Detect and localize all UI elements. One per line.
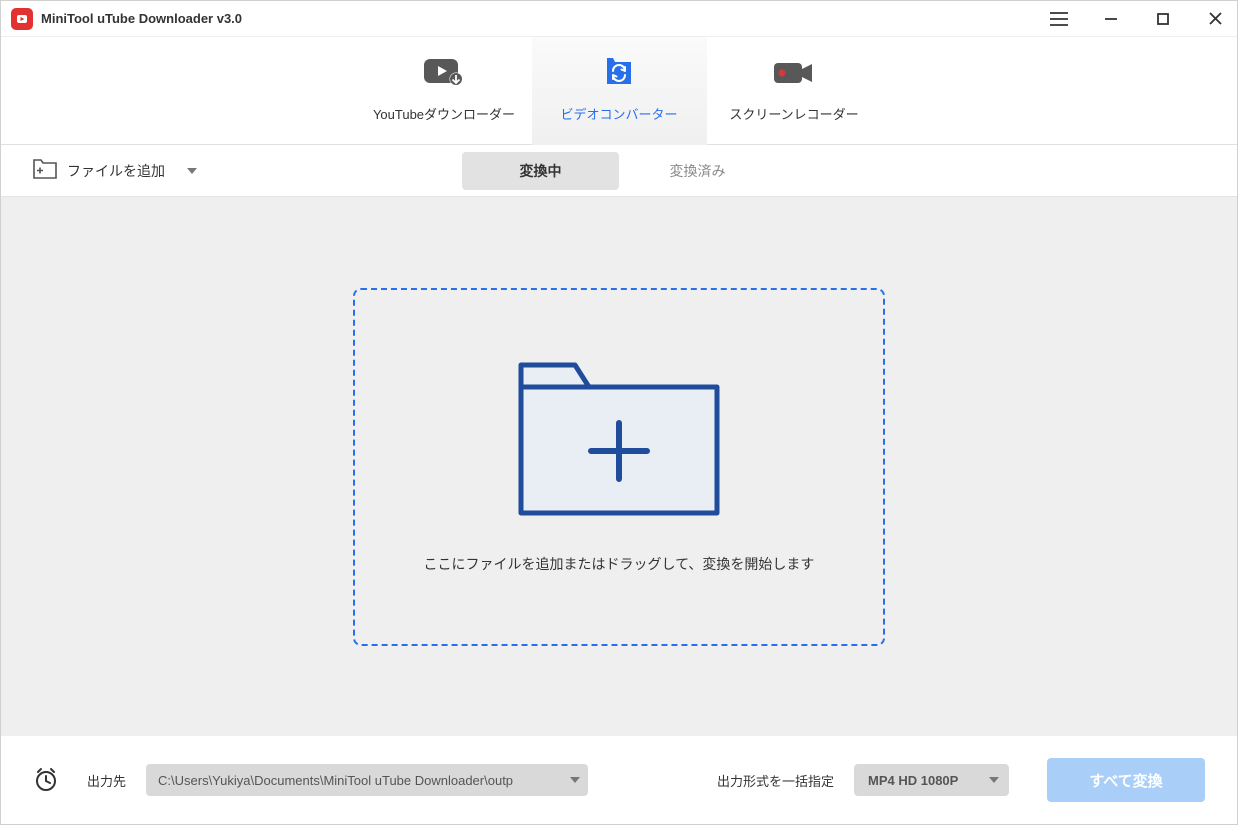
sub-tab-label: 変換済み <box>670 161 726 181</box>
convert-all-button[interactable]: すべて変換 <box>1047 758 1205 802</box>
chevron-down-icon <box>989 777 999 783</box>
tab-label: YouTubeダウンローダー <box>373 104 515 123</box>
tab-screen-recorder[interactable]: スクリーンレコーダー <box>707 37 882 145</box>
close-button[interactable] <box>1201 5 1229 33</box>
tab-converted[interactable]: 変換済み <box>619 152 776 190</box>
sub-tabs: 変換中 変換済み <box>462 152 776 190</box>
output-label: 出力先 <box>87 771 126 790</box>
output-path-value: C:\Users\Yukiya\Documents\MiniTool uTube… <box>158 773 513 788</box>
folder-add-icon <box>515 359 723 524</box>
add-file-icon <box>33 159 57 182</box>
convert-icon <box>603 58 635 88</box>
tab-video-converter[interactable]: ビデオコンバーター <box>532 37 707 145</box>
tab-label: スクリーンレコーダー <box>729 104 858 123</box>
convert-all-label: すべて変換 <box>1089 770 1162 791</box>
sub-tab-label: 変換中 <box>520 161 562 181</box>
bottombar: 出力先 C:\Users\Yukiya\Documents\MiniTool u… <box>1 736 1237 824</box>
tab-converting[interactable]: 変換中 <box>462 152 619 190</box>
titlebar-left: MiniTool uTube Downloader v3.0 <box>11 8 242 30</box>
camera-icon <box>774 58 814 88</box>
format-label: 出力形式を一括指定 <box>717 771 834 790</box>
app-icon <box>11 8 33 30</box>
tab-youtube-downloader[interactable]: YouTubeダウンローダー <box>357 37 532 145</box>
app-title: MiniTool uTube Downloader v3.0 <box>41 11 242 26</box>
dropzone[interactable]: ここにファイルを追加またはドラッグして、変換を開始します <box>353 288 885 646</box>
main-tabs: YouTubeダウンローダー ビデオコンバーター スクリーンレコーダー <box>1 37 1237 145</box>
content-area: ここにファイルを追加またはドラッグして、変換を開始します <box>1 197 1237 736</box>
tab-label: ビデオコンバーター <box>560 104 677 123</box>
toolbar: ファイルを追加 変換中 変換済み <box>1 145 1237 197</box>
schedule-icon[interactable] <box>33 767 59 793</box>
add-file-button[interactable]: ファイルを追加 <box>33 159 197 182</box>
output-path-select[interactable]: C:\Users\Yukiya\Documents\MiniTool uTube… <box>146 764 588 796</box>
hamburger-menu-icon[interactable] <box>1045 5 1073 33</box>
format-select[interactable]: MP4 HD 1080P <box>854 764 1009 796</box>
titlebar: MiniTool uTube Downloader v3.0 <box>1 1 1237 37</box>
window-controls <box>1045 5 1229 33</box>
youtube-icon <box>424 58 464 88</box>
chevron-down-icon <box>187 168 197 174</box>
minimize-button[interactable] <box>1097 5 1125 33</box>
chevron-down-icon <box>570 777 580 783</box>
add-file-label: ファイルを追加 <box>67 161 165 181</box>
maximize-button[interactable] <box>1149 5 1177 33</box>
dropzone-hint: ここにファイルを追加またはドラッグして、変換を開始します <box>424 554 815 574</box>
format-value: MP4 HD 1080P <box>868 773 958 788</box>
